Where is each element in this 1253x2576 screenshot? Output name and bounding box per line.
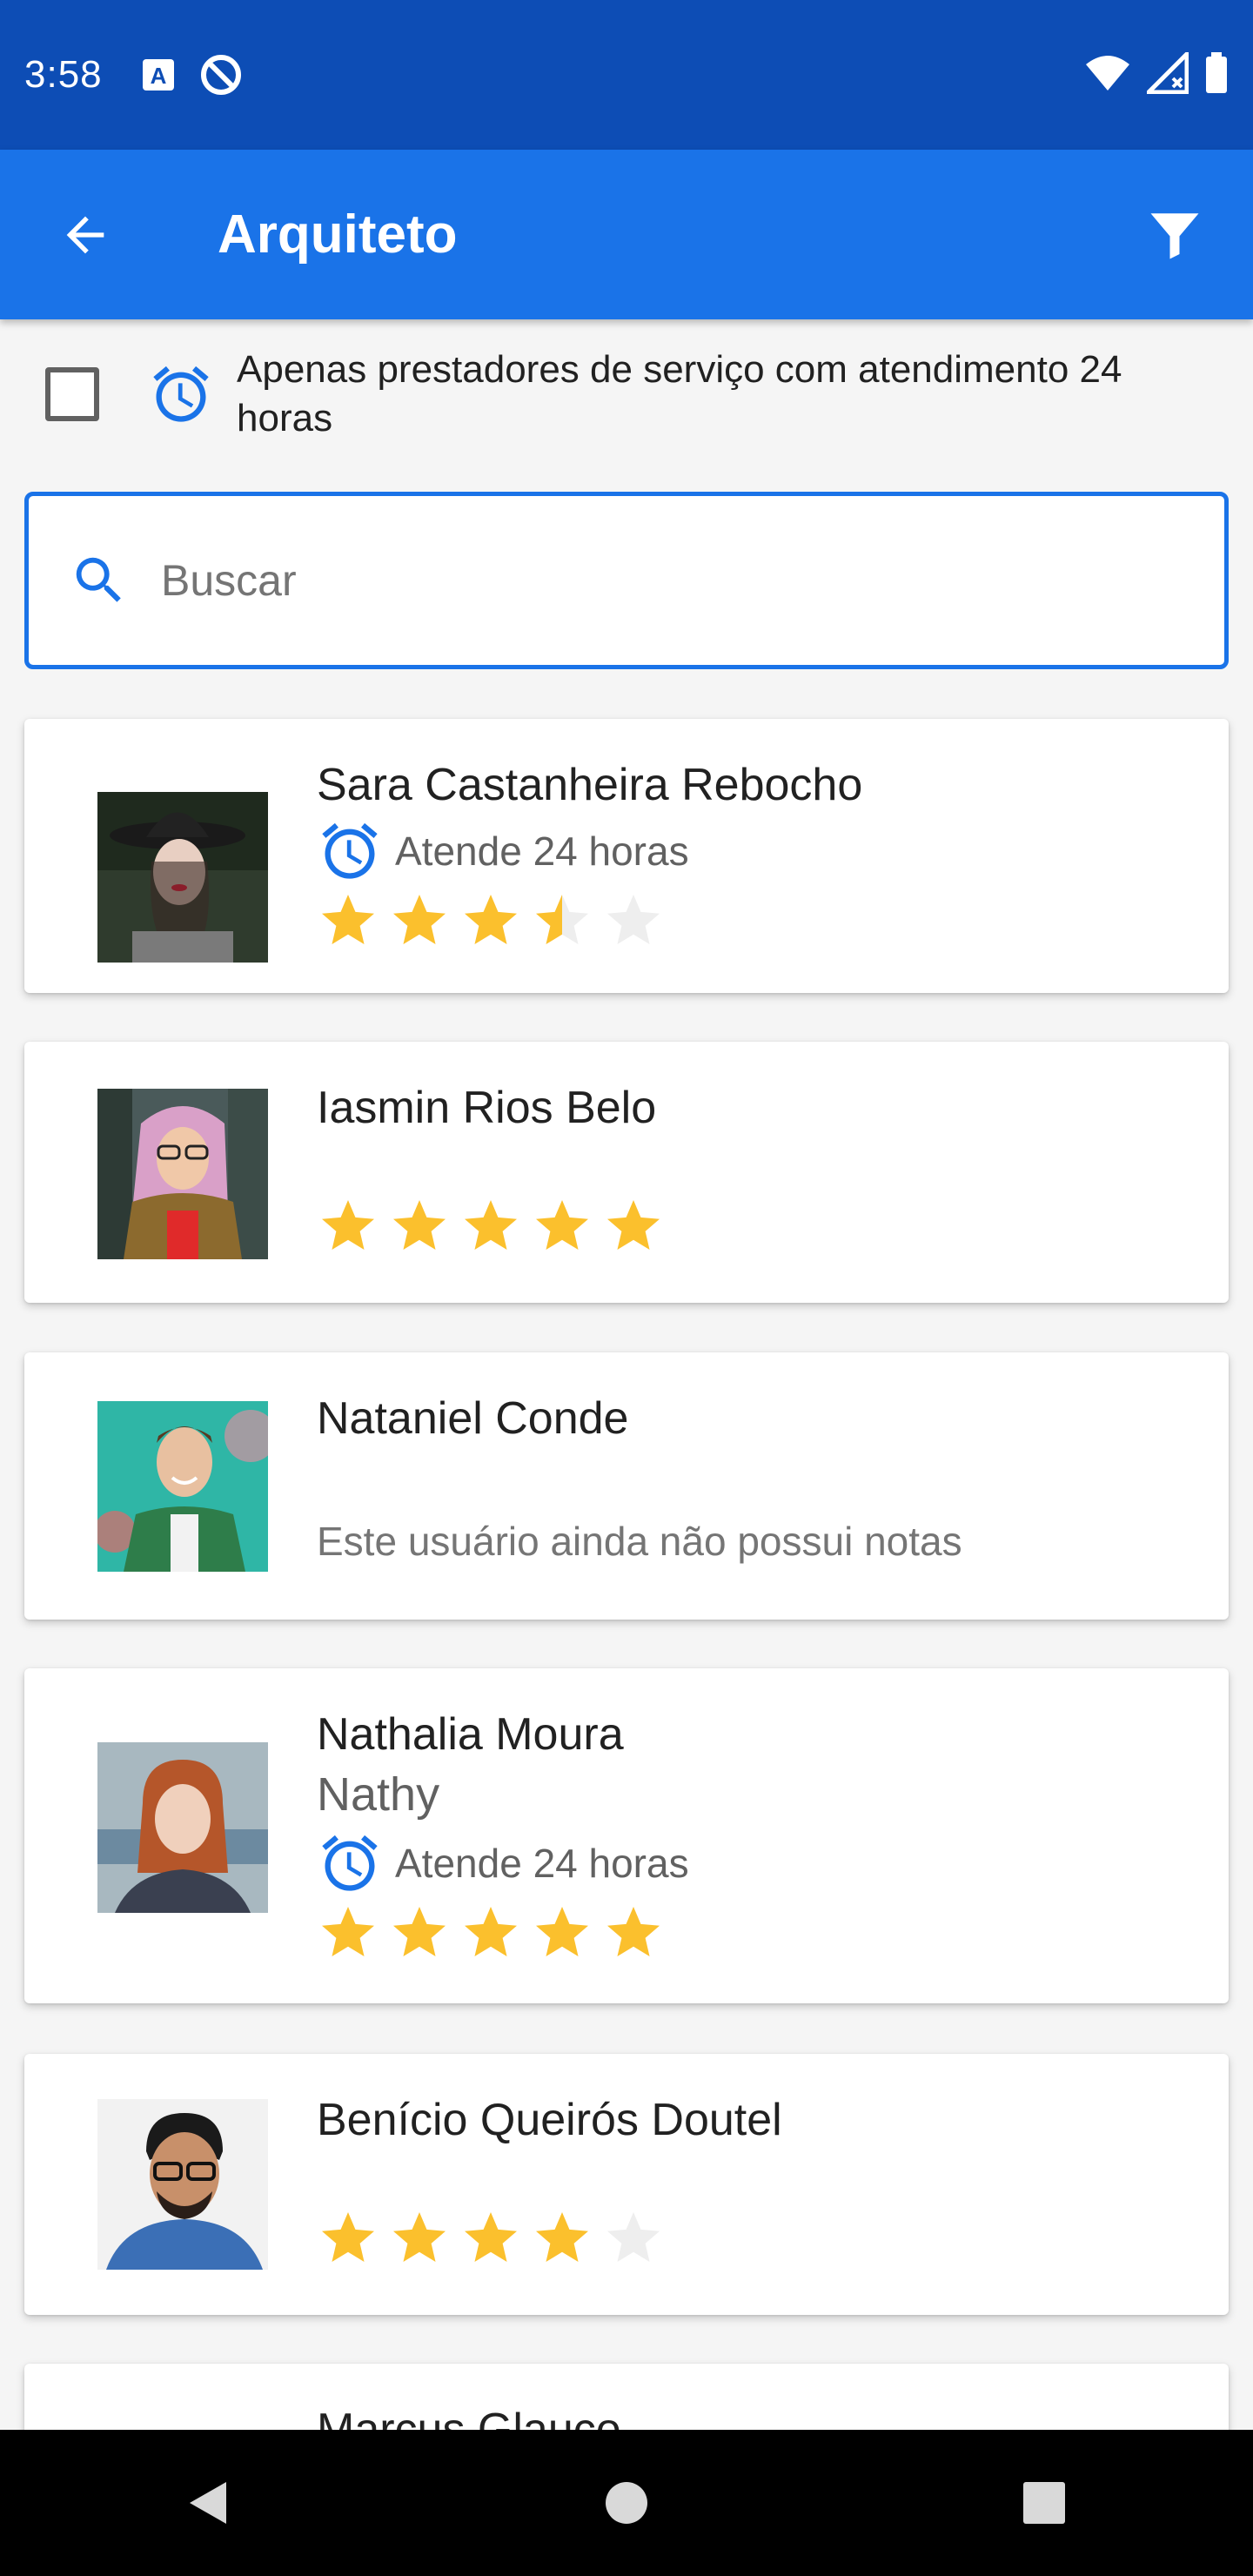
nav-back-button[interactable] bbox=[157, 2451, 261, 2555]
star-icon bbox=[607, 1907, 660, 1956]
nav-recents-button[interactable] bbox=[992, 2451, 1096, 2555]
square-recents-icon bbox=[1023, 2482, 1065, 2524]
attends-24h-label: Atende 24 horas bbox=[395, 828, 689, 874]
star-icon bbox=[322, 895, 374, 944]
alarm-clock-icon bbox=[148, 361, 214, 427]
back-button[interactable] bbox=[42, 191, 129, 278]
avatar bbox=[97, 792, 268, 963]
star-icon bbox=[536, 895, 588, 944]
star-icon bbox=[607, 1200, 660, 1250]
avatar bbox=[97, 1089, 268, 1259]
provider-card[interactable]: Sara Castanheira Rebocho Atende 24 horas bbox=[24, 719, 1229, 993]
filter-icon bbox=[1150, 212, 1199, 258]
attends-24h-label: Atende 24 horas bbox=[395, 1841, 689, 1886]
provider-card[interactable]: Nataniel Conde Este usuário ainda não po… bbox=[24, 1352, 1229, 1620]
circle-home-icon bbox=[606, 2482, 647, 2524]
no-rating-text: Este usuário ainda não possui notas bbox=[317, 1519, 962, 1564]
provider-nickname: Nathy bbox=[317, 1768, 440, 1821]
star-icon bbox=[322, 2212, 374, 2262]
star-icon bbox=[465, 1200, 517, 1250]
keyboard-notification-icon: A bbox=[141, 57, 176, 92]
status-time: 3:58 bbox=[24, 53, 103, 96]
star-icon bbox=[465, 2212, 517, 2262]
battery-icon bbox=[1204, 51, 1229, 98]
rating-stars bbox=[317, 1902, 665, 1964]
signal-icon bbox=[1142, 48, 1189, 98]
provider-name: Sara Castanheira Rebocho bbox=[317, 760, 863, 810]
provider-name: Nathalia Moura bbox=[317, 1709, 624, 1760]
star-icon bbox=[607, 895, 660, 944]
provider-card[interactable]: Nathalia Moura Nathy Atende 24 horas bbox=[24, 1668, 1229, 2003]
search-icon bbox=[69, 550, 130, 611]
star-icon bbox=[393, 2212, 446, 2262]
filter-24h-row: Apenas prestadores de serviço com atendi… bbox=[0, 319, 1253, 469]
status-bar: 3:58 A bbox=[0, 0, 1253, 150]
provider-card[interactable]: Iasmin Rios Belo bbox=[24, 1042, 1229, 1303]
star-icon bbox=[465, 895, 517, 944]
do-not-disturb-icon bbox=[198, 52, 244, 97]
filter-24h-checkbox[interactable] bbox=[45, 367, 99, 421]
avatar bbox=[97, 2099, 268, 2270]
attends-24h-indicator: Atende 24 horas bbox=[317, 818, 689, 884]
attends-24h-indicator: Atende 24 horas bbox=[317, 1830, 689, 1896]
avatar bbox=[97, 1742, 268, 1913]
provider-name: Iasmin Rios Belo bbox=[317, 1083, 657, 1133]
provider-name: Benício Queirós Doutel bbox=[317, 2095, 782, 2145]
star-icon bbox=[536, 1200, 588, 1250]
app-bar: Arquiteto bbox=[0, 150, 1253, 319]
filter-button[interactable] bbox=[1131, 191, 1218, 278]
search-input[interactable] bbox=[161, 555, 1188, 606]
search-box[interactable] bbox=[24, 492, 1229, 669]
provider-name: Nataniel Conde bbox=[317, 1393, 629, 1444]
star-icon bbox=[607, 2212, 660, 2262]
filter-24h-label: Apenas prestadores de serviço com atendi… bbox=[237, 348, 1122, 439]
alarm-clock-icon bbox=[322, 1835, 378, 1891]
alarm-clock-icon bbox=[322, 822, 378, 879]
rating-stars bbox=[317, 1195, 665, 1258]
rating-stars bbox=[317, 2207, 665, 2270]
star-icon bbox=[393, 1200, 446, 1250]
provider-card[interactable]: Benício Queirós Doutel bbox=[24, 2054, 1229, 2315]
star-icon bbox=[536, 2212, 588, 2262]
svg-text:A: A bbox=[150, 63, 166, 89]
star-icon bbox=[322, 1907, 374, 1956]
star-icon bbox=[465, 1907, 517, 1956]
avatar bbox=[97, 1401, 268, 1572]
system-nav-bar bbox=[0, 2430, 1253, 2576]
rating-stars bbox=[317, 889, 665, 952]
star-icon bbox=[322, 1200, 374, 1250]
page-title: Arquiteto bbox=[218, 205, 458, 265]
arrow-back-icon bbox=[66, 216, 104, 253]
star-icon bbox=[393, 895, 446, 944]
star-icon bbox=[393, 1907, 446, 1956]
wifi-icon bbox=[1084, 54, 1131, 97]
star-icon bbox=[536, 1907, 588, 1956]
nav-home-button[interactable] bbox=[574, 2451, 679, 2555]
triangle-back-icon bbox=[190, 2482, 226, 2524]
